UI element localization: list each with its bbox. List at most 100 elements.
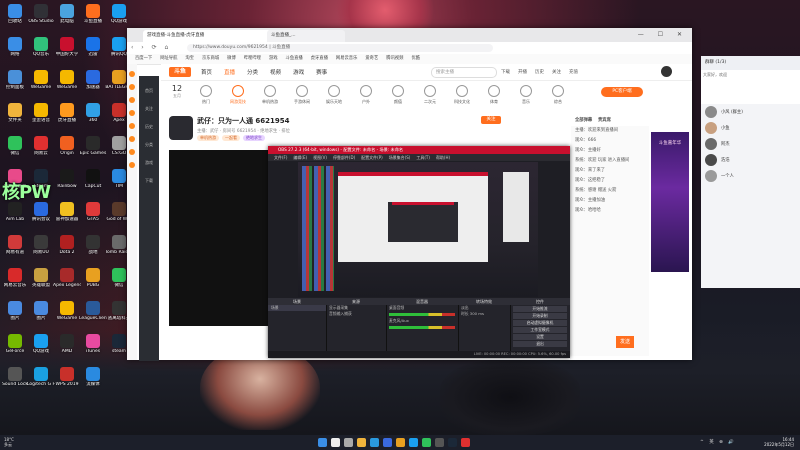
badge[interactable]: 绝地求生: [243, 135, 265, 141]
desktop-icon[interactable]: LeagueClient: [79, 299, 107, 329]
obs-menu-item[interactable]: 工具(T): [416, 155, 430, 160]
category-item[interactable]: 音乐: [513, 85, 539, 105]
sidebar-app-icon[interactable]: [129, 110, 135, 116]
desktop-icon[interactable]: Dota 2: [53, 233, 81, 263]
desktop-icon[interactable]: Epic Games: [79, 134, 107, 164]
category-item[interactable]: 热门: [193, 85, 219, 105]
site-sidebar-item[interactable]: 首页: [139, 88, 159, 94]
obs-control-button[interactable]: 启动虚拟摄像机: [513, 320, 567, 326]
window-controls[interactable]: — ☐ ✕: [638, 31, 688, 38]
nav-item[interactable]: 游戏: [293, 70, 304, 76]
obs-window[interactable]: OBS 27.2.3 (64-bit, windows) - 配置文件: 未命名…: [268, 146, 570, 358]
obs-menu-item[interactable]: 配置文件(P): [361, 155, 383, 160]
desktop-icon[interactable]: 歪歪语音: [27, 101, 55, 131]
desktop-icon[interactable]: 图片: [27, 299, 55, 329]
nav-item[interactable]: 视频: [270, 70, 281, 76]
desktop-icon[interactable]: WeGame: [53, 299, 81, 329]
system-tray[interactable]: ^ 英 ⊕ 🔊: [700, 439, 736, 445]
site-sidebar-item[interactable]: 历史: [139, 124, 159, 130]
desktop-icon[interactable]: GTA5: [79, 200, 107, 230]
search-icon[interactable]: [331, 438, 340, 447]
explorer-icon[interactable]: [357, 438, 366, 447]
sidebar-app-icon[interactable]: [129, 123, 135, 129]
sidebar-app-icon[interactable]: [129, 84, 135, 90]
bookmark-item[interactable]: 游戏: [269, 56, 278, 61]
category-item[interactable]: 颜值: [385, 85, 411, 105]
desktop-icon[interactable]: 流媒体: [79, 365, 107, 395]
store-icon[interactable]: [383, 438, 392, 447]
chat-app-window[interactable]: 群聊 (1/3) 大家好，欢迎 小风 (群主) 小鱼 阿杰 浩浩 一个人: [701, 56, 800, 288]
nav-item[interactable]: 赛事: [316, 70, 327, 76]
obs-menu-item[interactable]: 场景集合(S): [389, 155, 411, 160]
chrome-icon[interactable]: [396, 438, 405, 447]
header-action[interactable]: 关注: [552, 70, 561, 75]
bookmark-item[interactable]: 爱奇艺: [365, 56, 378, 61]
task-view-icon[interactable]: [344, 438, 353, 447]
send-button[interactable]: 发送: [616, 336, 634, 348]
desktop-icon[interactable]: AMD: [53, 332, 81, 362]
desktop-icon[interactable]: 360: [79, 101, 107, 131]
steam-icon[interactable]: [448, 438, 457, 447]
obs-icon[interactable]: [435, 438, 444, 447]
desktop-icon[interactable]: QQ音乐: [27, 35, 55, 65]
nav-buttons[interactable]: ‹ › ⟳ ⌂: [131, 44, 171, 51]
obs-menu-item[interactable]: 停靠部件(D): [333, 155, 355, 160]
desktop-icon[interactable]: 英雄联盟: [27, 266, 55, 296]
obs-control-button[interactable]: 退出: [513, 341, 567, 347]
desktop-icon[interactable]: WeGame: [53, 68, 81, 98]
bookmark-item[interactable]: 网易云音乐: [336, 56, 357, 61]
desktop-icon[interactable]: 回收站: [1, 2, 29, 32]
desktop-icon[interactable]: 加速器: [79, 68, 107, 98]
obs-menu-item[interactable]: 文件(F): [274, 155, 287, 160]
desktop-icon[interactable]: CapCut: [79, 167, 107, 197]
bookmark-item[interactable]: 斗鱼直播: [286, 56, 303, 61]
desktop-icon[interactable]: GeForce: [1, 332, 29, 362]
desktop-icon[interactable]: OBS Studio: [27, 2, 55, 32]
header-action[interactable]: 下载: [501, 70, 510, 75]
chat-member[interactable]: 小风 (群主): [701, 104, 800, 120]
clock[interactable]: 16:44 2022年5月12日: [764, 437, 794, 447]
music-icon[interactable]: [461, 438, 470, 447]
obs-menu-item[interactable]: 编辑(E): [293, 155, 307, 160]
header-action[interactable]: 充值: [569, 70, 578, 75]
chat-member[interactable]: 浩浩: [701, 152, 800, 168]
nav-item[interactable]: 直播: [224, 70, 235, 76]
desktop-icon[interactable]: 文件夹: [1, 101, 29, 131]
side-ad-banner[interactable]: 斗鱼嘉年华: [651, 132, 689, 272]
follow-button[interactable]: 关注: [481, 116, 501, 124]
weather-widget[interactable]: 18°C 多云: [4, 437, 14, 447]
desktop-icon[interactable]: 中国好大学: [53, 35, 81, 65]
user-avatar[interactable]: [661, 66, 672, 77]
category-item[interactable]: 网游竞技: [225, 85, 251, 105]
category-item[interactable]: 娱乐天地: [321, 85, 347, 105]
bookmark-item[interactable]: 微博: [227, 56, 236, 61]
streamer-avatar[interactable]: [169, 116, 193, 140]
desktop-icon[interactable]: Origin: [53, 134, 81, 164]
category-item[interactable]: 户外: [353, 85, 379, 105]
sidebar-app-icon[interactable]: [129, 71, 135, 77]
desktop-icon[interactable]: Apex Legends: [53, 266, 81, 296]
qq-icon[interactable]: [409, 438, 418, 447]
desktop-icon[interactable]: 网易有道: [1, 233, 29, 263]
desktop-icon[interactable]: 网易云音乐: [1, 266, 29, 296]
bookmark-item[interactable]: 哔哩哔哩: [244, 56, 261, 61]
source-item[interactable]: 音频输入捕获: [326, 311, 386, 317]
obs-control-button[interactable]: 开始录制: [513, 313, 567, 319]
site-logo[interactable]: 斗鱼: [169, 67, 191, 77]
bookmark-item[interactable]: 百度一下: [135, 56, 152, 61]
chat-tab[interactable]: 全部弹幕: [575, 118, 592, 123]
bookmark-item[interactable]: 腾讯视频: [386, 56, 403, 61]
pc-client-button[interactable]: PC客户端: [601, 87, 643, 97]
bookmark-item[interactable]: 淘宝: [185, 56, 194, 61]
desktop-icon[interactable]: 微信: [1, 134, 29, 164]
chat-member[interactable]: 小鱼: [701, 120, 800, 136]
sidebar-app-icon[interactable]: [129, 149, 135, 155]
badge[interactable]: 一起看: [222, 135, 240, 141]
desktop-icon[interactable]: Sound Lock: [1, 365, 29, 395]
desktop-icon[interactable]: 网易UU: [27, 233, 55, 263]
chat-tab[interactable]: 贵宾席: [598, 118, 611, 123]
badge[interactable]: 单机热游: [197, 135, 219, 141]
desktop-icon[interactable]: QQ游戏: [27, 332, 55, 362]
header-action[interactable]: 开播: [518, 70, 527, 75]
obs-control-button[interactable]: 开始推流: [513, 306, 567, 312]
